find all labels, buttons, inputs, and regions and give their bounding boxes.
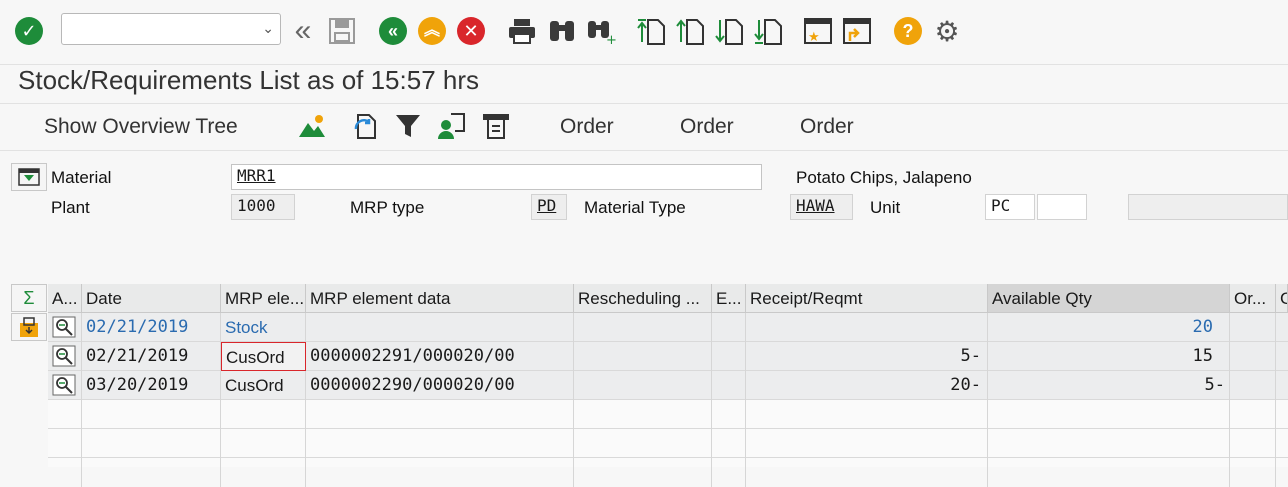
col-header-or[interactable]: Or... — [1230, 284, 1276, 313]
check-icon[interactable]: ✓ — [14, 14, 44, 48]
material-type-value: HAWA — [796, 196, 835, 215]
next-page-icon[interactable] — [714, 14, 744, 48]
layout-icon[interactable] — [480, 110, 512, 142]
print-icon[interactable] — [507, 14, 537, 48]
exit-icon[interactable]: « — [378, 14, 408, 48]
command-field[interactable]: ⌄ — [61, 13, 281, 45]
order-button-2[interactable]: Order — [680, 114, 734, 140]
row-rescheduling — [574, 342, 712, 371]
table-row[interactable]: 02/21/2019 CusOrd 0000002291/000020/00 5… — [48, 342, 1288, 371]
back-double-icon[interactable]: « — [288, 14, 318, 48]
table-row[interactable]: 03/20/2019 CusOrd 0000002290/000020/00 2… — [48, 371, 1288, 400]
row-available-qty: 5- — [988, 371, 1230, 400]
row-date: 02/21/2019 — [82, 342, 221, 371]
row-mrp-element: Stock — [221, 313, 306, 342]
last-page-icon[interactable] — [753, 14, 783, 48]
up-icon[interactable]: ︽ — [417, 14, 447, 48]
help-icon[interactable]: ? — [893, 14, 923, 48]
page-title: Stock/Requirements List as of 15:57 hrs — [18, 65, 480, 95]
table-row[interactable]: 02/21/2019 Stock 20 — [48, 313, 1288, 342]
row-or — [1230, 371, 1276, 400]
row-rescheduling — [574, 371, 712, 400]
show-overview-tree-button[interactable]: Show Overview Tree — [44, 114, 238, 140]
user-settings-icon[interactable] — [436, 110, 468, 142]
col-header-rescheduling[interactable]: Rescheduling ... — [574, 284, 712, 313]
unit-value: PC — [991, 196, 1011, 215]
row-receipt-reqmt: 5- — [746, 342, 988, 371]
row-detail-button[interactable] — [48, 342, 82, 371]
unit-extra-field — [1037, 194, 1087, 220]
plant-label: Plant — [51, 198, 90, 217]
row-date: 02/21/2019 — [82, 313, 221, 342]
col-header-mrp-element-data[interactable]: MRP element data — [306, 284, 574, 313]
col-header-receipt-reqmt[interactable]: Receipt/Reqmt — [746, 284, 988, 313]
col-header-c[interactable]: C — [1276, 284, 1288, 313]
row-mrp-element[interactable]: CusOrd — [221, 342, 306, 371]
sum-button[interactable]: Σ — [11, 284, 47, 312]
row-mrp-element-data — [306, 313, 574, 342]
row-e — [712, 313, 746, 342]
unit-label: Unit — [870, 198, 901, 217]
row-rescheduling — [574, 313, 712, 342]
svg-text:★: ★ — [808, 30, 820, 45]
material-type-label: Material Type — [584, 198, 686, 217]
cancel-icon[interactable]: ✕ — [456, 14, 486, 48]
material-description: Potato Chips, Jalapeno — [796, 168, 972, 187]
row-or — [1230, 313, 1276, 342]
new-session-icon[interactable]: ★ — [803, 14, 833, 48]
table-row-empty — [48, 458, 1288, 487]
row-mrp-element: CusOrd — [221, 371, 306, 400]
col-header-date[interactable]: Date — [82, 284, 221, 313]
find-icon[interactable] — [547, 14, 577, 48]
row-detail-button[interactable] — [48, 313, 82, 342]
plant-value: 1000 — [237, 196, 276, 215]
material-field[interactable]: MRR1 — [231, 164, 762, 190]
order-button-1[interactable]: Order — [560, 114, 614, 140]
find-next-icon[interactable]: + — [586, 14, 616, 48]
material-label: Material — [51, 168, 112, 187]
mrp-type-field: PD — [531, 194, 567, 220]
row-e — [712, 342, 746, 371]
row-e — [712, 371, 746, 400]
save-icon[interactable] — [327, 14, 357, 48]
mrp-type-value: PD — [537, 196, 557, 215]
row-available-qty: 20 — [988, 313, 1230, 342]
row-date: 03/20/2019 — [82, 371, 221, 400]
table-row-empty — [48, 400, 1288, 429]
row-mrp-element-data: 0000002291/000020/00 — [306, 342, 574, 371]
row-receipt-reqmt — [746, 313, 988, 342]
col-header-mrp-element[interactable]: MRP ele... — [221, 284, 306, 313]
material-value: MRR1 — [237, 166, 276, 185]
first-page-icon[interactable] — [636, 14, 666, 48]
unit-field: PC — [985, 194, 1035, 220]
col-header-a[interactable]: A... — [48, 284, 82, 313]
col-header-e[interactable]: E... — [712, 284, 746, 313]
svg-text:+: + — [606, 33, 616, 45]
row-detail-button[interactable] — [48, 371, 82, 400]
export-button[interactable] — [11, 313, 47, 341]
filter-icon[interactable] — [392, 110, 424, 142]
header-extra-field — [1128, 194, 1288, 220]
row-available-qty: 15 — [988, 342, 1230, 371]
landscape-icon[interactable] — [296, 110, 328, 142]
order-button-3[interactable]: Order — [800, 114, 854, 140]
command-input[interactable] — [66, 15, 251, 43]
chevron-down-icon[interactable]: ⌄ — [262, 20, 274, 37]
shortcut-icon[interactable] — [842, 14, 872, 48]
mrp-type-label: MRP type — [350, 198, 425, 217]
material-type-field: HAWA — [790, 194, 853, 220]
table-row-empty — [48, 429, 1288, 458]
settings-icon[interactable]: ⚙ — [932, 14, 962, 48]
col-header-available-qty[interactable]: Available Qty — [988, 284, 1230, 313]
row-or — [1230, 342, 1276, 371]
prev-page-icon[interactable] — [675, 14, 705, 48]
refresh-icon[interactable] — [348, 110, 380, 142]
row-mrp-element-data: 0000002290/000020/00 — [306, 371, 574, 400]
plant-field: 1000 — [231, 194, 295, 220]
row-receipt-reqmt: 20- — [746, 371, 988, 400]
header-toggle-button[interactable] — [11, 163, 47, 191]
